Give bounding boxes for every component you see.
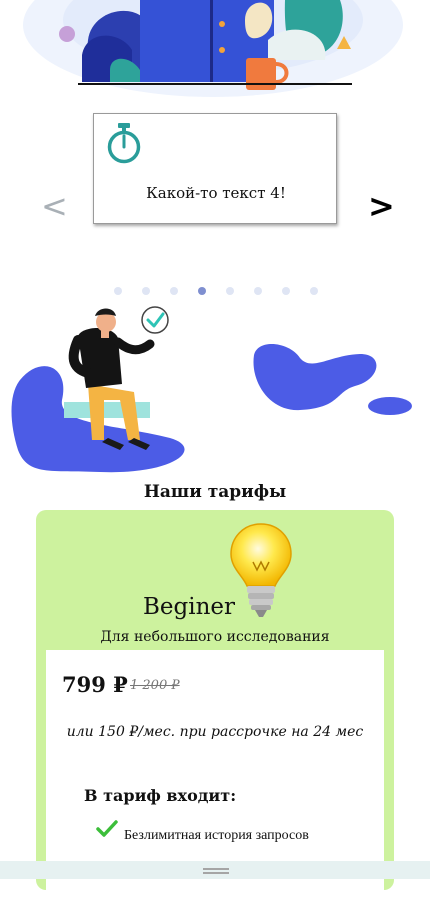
slider-dot[interactable]	[114, 287, 122, 295]
slider-pagination	[108, 284, 328, 298]
slider-dot[interactable]	[254, 287, 262, 295]
plan-subtitle: Для небольшого исследования	[100, 629, 330, 645]
drag-handle-icon[interactable]	[203, 868, 229, 874]
slider-next-button[interactable]: >	[368, 190, 395, 222]
includes-title: В тариф входит:	[84, 786, 237, 805]
slider-dot[interactable]	[310, 287, 318, 295]
slider-dot[interactable]	[170, 287, 178, 295]
slide-card: Какой-то текст 4!	[93, 113, 337, 224]
timer-icon	[107, 123, 141, 164]
slider-prev-button[interactable]: <	[41, 190, 68, 222]
slider-dot-active[interactable]	[198, 287, 206, 295]
plan-installment: или 150 ₽/мес. при рассрочке на 24 мес	[66, 724, 364, 740]
section-title: Наши тарифы	[143, 482, 287, 502]
plan-old-price: 1 200 ₽	[130, 678, 180, 693]
feature-item: Безлимитная история запросов	[124, 828, 309, 843]
slider-dot[interactable]	[142, 287, 150, 295]
tariff-card: Beginer Для небольшого исследования 799 …	[36, 510, 394, 910]
person-illustration	[11, 306, 412, 473]
plan-name: Beginer	[142, 594, 235, 620]
slider-dot[interactable]	[282, 287, 290, 295]
hero-illustration	[23, 0, 403, 97]
plan-price: 799 ₽	[62, 672, 128, 697]
slider-dot[interactable]	[226, 287, 234, 295]
slide-text: Какой-то текст 4!	[146, 184, 286, 202]
